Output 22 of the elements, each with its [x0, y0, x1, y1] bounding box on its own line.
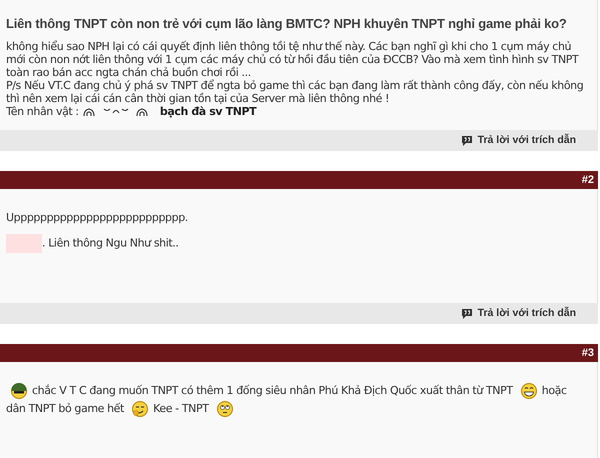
post-text: hoặc [542, 384, 567, 398]
grinning-smiley-icon [520, 382, 538, 400]
speech-bubble-icon [460, 308, 473, 320]
post-text: P/s Nếu VT.C đang chủ ý phá sv TNPT để ngta bỏ game thì các bạn đang làm rất thành công đấy, còn nếu không thì nên xem lại cái cán cân thời gian tồn tại của Server mà liên thông nhé ! [6, 78, 584, 104]
post-number[interactable]: #3 [582, 344, 594, 362]
eye-rolling-smiley-icon [216, 400, 234, 418]
post-text: Kee - TNPT [153, 402, 209, 416]
post-text: không hiểu sao NPH lại có cái quyết định liên thông tồi tệ như thế này. Các bạn nghĩ gì khi cho 1 cụm máy chủ mới còn non nớt liên thông với 1 cụm các máy chủ có từ hồi đầu tiên của ĐCCB? Vào mà xem tình hình sv TNPT toàn rao bán acc ngta chán chả buồn chơi rồi ... [6, 40, 578, 78]
character-name: bạch đà sv TNPT [160, 104, 256, 118]
reply-with-quote-button[interactable]: Trả lời với trích dẫn [460, 306, 576, 322]
post-text: . Liên thông Ngu Như shit.. [42, 236, 178, 250]
post-text: Tên nhân vật : [6, 104, 80, 118]
post-number[interactable]: #2 [582, 172, 594, 188]
post-text: chắc V T C đang muốn TNPT có thêm 1 đống siêu nhân Phú Khả Địch Quốc xuất thân từ TNPT [32, 384, 513, 398]
giggling-smiley-icon [131, 400, 150, 418]
speech-bubble-icon [460, 134, 473, 146]
post-text: dân TNPT bỏ game hết [6, 402, 124, 416]
thread-title: Liên thông TNPT còn non trẻ với cụm lão làng BMTC? NPH khuyên TNPT nghỉ game phải ko? [6, 15, 568, 33]
post-text: Upppppppppppppppppppppppppp. [6, 211, 188, 224]
redacted-block [6, 234, 42, 253]
reply-with-quote-button[interactable]: Trả lời với trích dẫn [460, 132, 576, 148]
helmet-smiley-icon [10, 382, 28, 400]
